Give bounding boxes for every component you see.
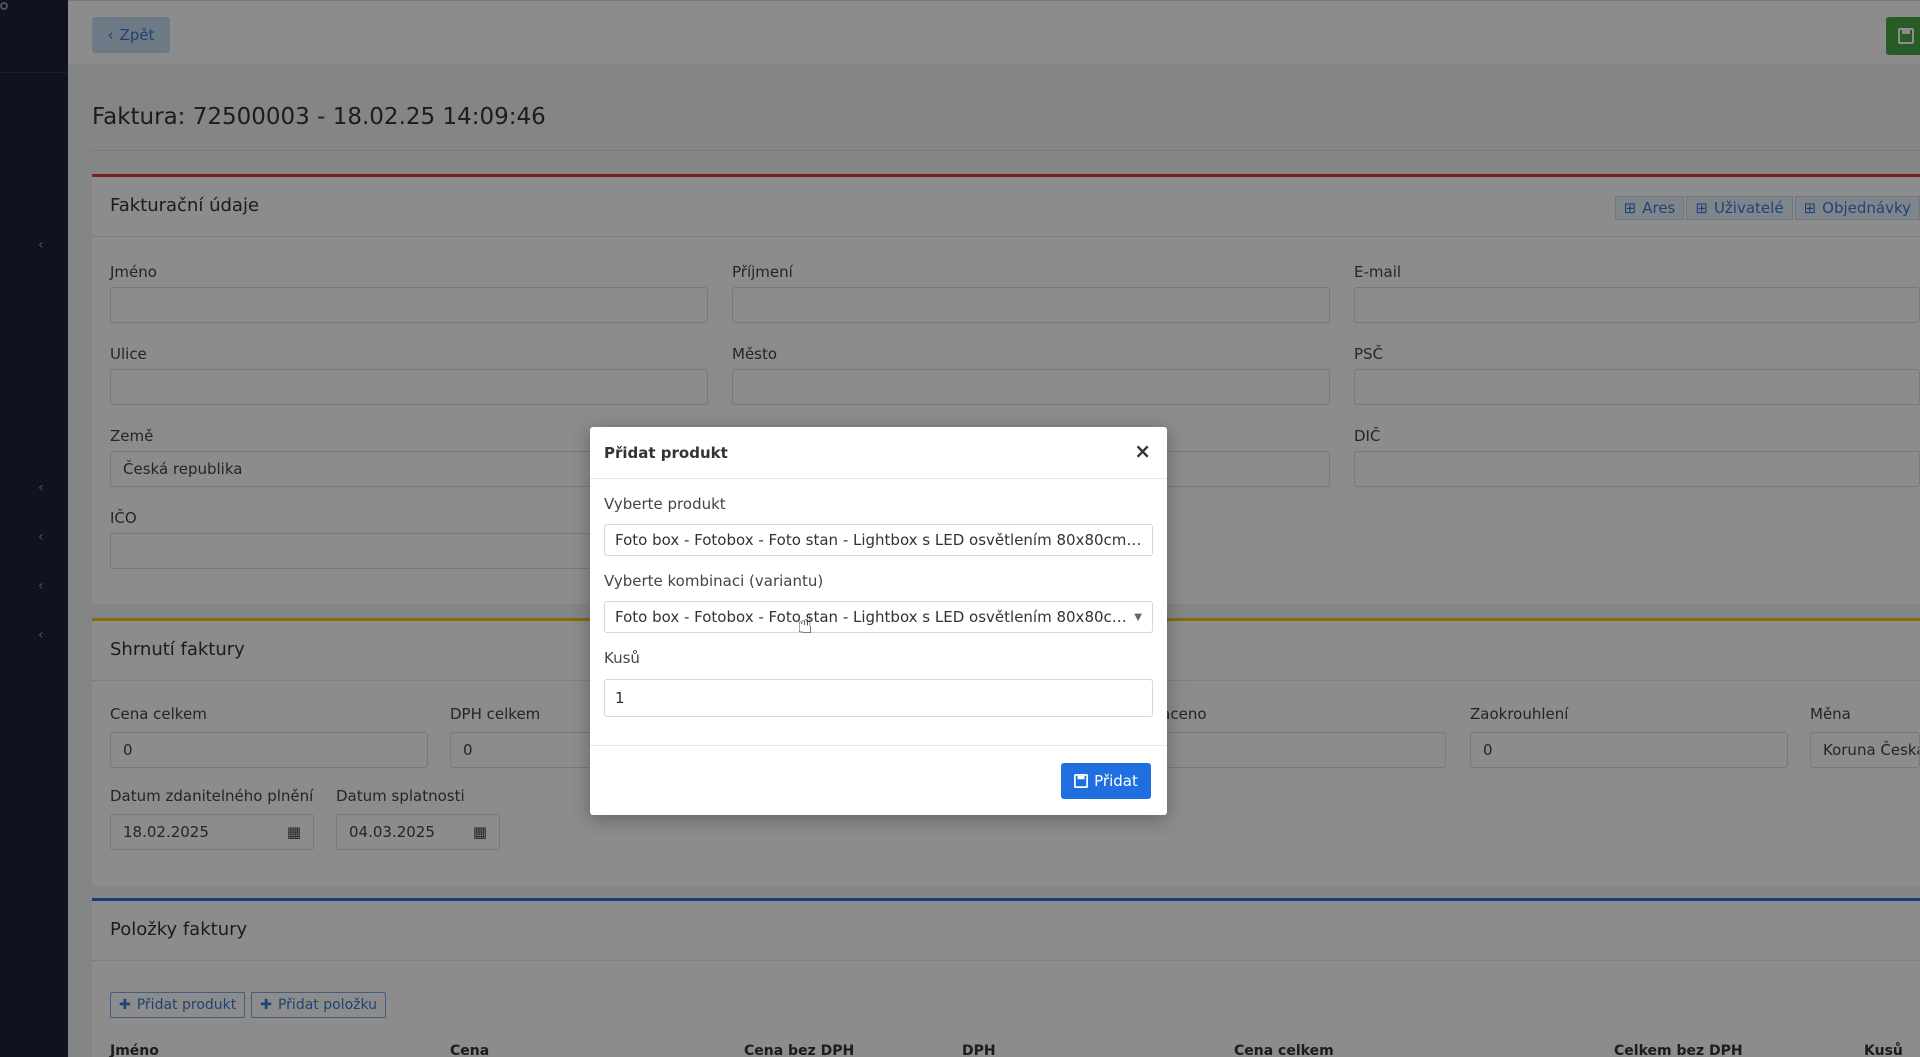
quantity-label: Kusů xyxy=(604,649,640,667)
modal-title: Přidat produkt xyxy=(604,444,728,462)
variant-select[interactable]: Foto box - Fotobox - Foto stan - Lightbo… xyxy=(604,601,1153,633)
product-select[interactable]: Foto box - Fotobox - Foto stan - Lightbo… xyxy=(604,524,1153,556)
quantity-input[interactable]: 1 xyxy=(604,679,1153,717)
add-product-modal: Přidat produkt × Vyberte produkt Foto bo… xyxy=(590,427,1167,815)
divider xyxy=(590,745,1167,746)
floppy-icon xyxy=(1074,774,1089,788)
chevron-down-icon: ▼ xyxy=(1134,611,1142,623)
hand-cursor-icon: ☝ xyxy=(797,610,813,640)
variant-label: Vyberte kombinaci (variantu) xyxy=(604,572,824,590)
product-label: Vyberte produkt xyxy=(604,495,726,513)
add-submit-button[interactable]: Přidat xyxy=(1061,763,1151,799)
close-icon[interactable]: × xyxy=(1134,439,1151,463)
